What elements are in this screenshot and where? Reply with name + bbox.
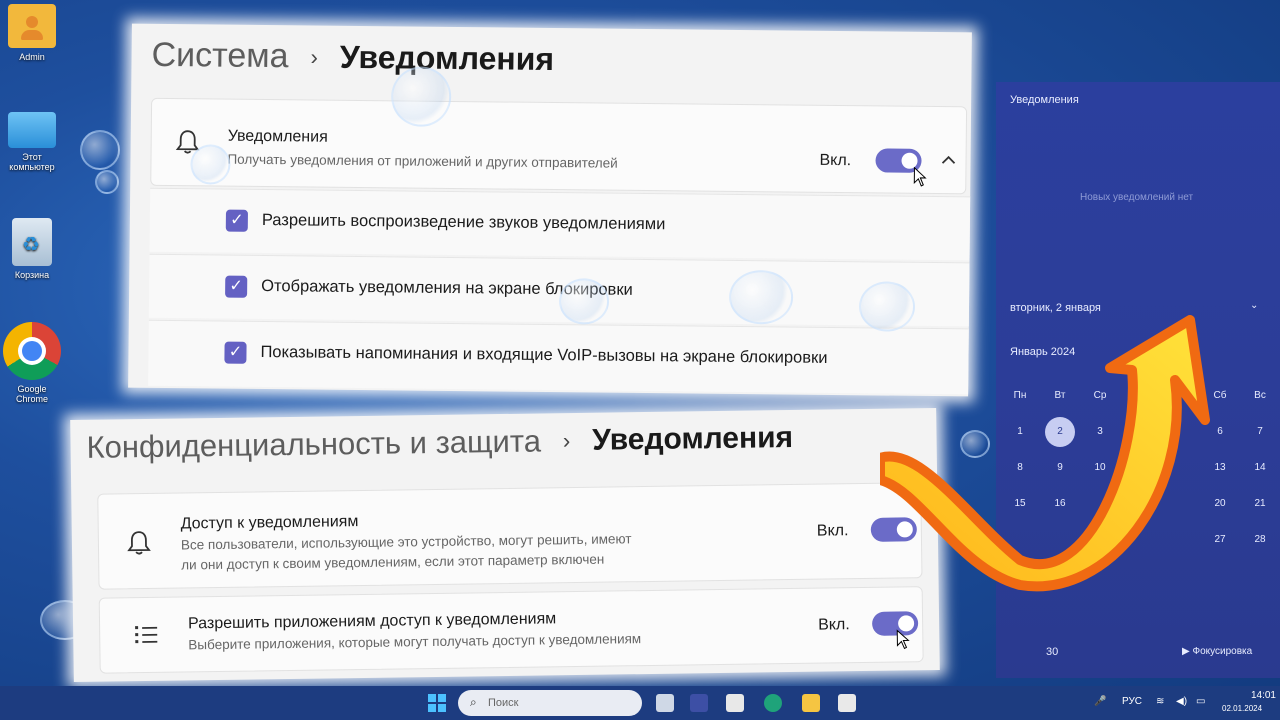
language-indicator[interactable]: РУС xyxy=(1122,696,1142,707)
search-icon: ⌕ xyxy=(470,695,477,709)
desktop-icon-label: Google Chrome xyxy=(15,384,48,404)
chevron-down-icon[interactable]: ⌄ xyxy=(1250,300,1258,311)
edge-icon[interactable] xyxy=(764,694,782,712)
focus-minutes[interactable]: 30 xyxy=(1046,646,1058,658)
file-explorer-icon[interactable] xyxy=(802,694,820,712)
desktop-icon-admin[interactable]: Admin xyxy=(2,4,62,62)
toggle-state-label: Вкл. xyxy=(819,151,852,170)
checkbox-label: Показывать напоминания и входящие VoIP-в… xyxy=(260,342,828,367)
chevron-right-icon: › xyxy=(562,428,571,454)
checkbox-row-sounds[interactable]: ✓ Разрешить воспроизведение звуков уведо… xyxy=(149,187,971,261)
notifications-setting-card[interactable]: Уведомления Получать уведомления от прил… xyxy=(150,97,968,195)
desktop-icon-recycle-bin[interactable]: ♻ Корзина xyxy=(2,218,62,280)
taskbar-search[interactable]: ⌕ Поиск xyxy=(458,690,642,716)
flyout-title: Уведомления xyxy=(1010,94,1079,106)
taskbar: ⌕ Поиск 🎤 РУС ≋ ◀) ▭ 14:01 02.01.2024 xyxy=(0,686,1280,720)
page-title: Уведомления xyxy=(592,420,794,457)
water-droplet xyxy=(190,144,231,185)
water-droplet xyxy=(80,130,120,170)
mouse-cursor-icon xyxy=(913,166,927,187)
weekday-label: Вс xyxy=(1254,390,1266,401)
calendar-day[interactable]: 28 xyxy=(1240,534,1280,545)
checkbox-label: Разрешить воспроизведение звуков уведомл… xyxy=(261,210,666,234)
video-icon[interactable] xyxy=(690,694,708,712)
focus-button[interactable]: ▶ Фокусировка xyxy=(1182,646,1252,657)
microphone-icon[interactable]: 🎤 xyxy=(1094,696,1106,707)
desktop-icon-label: Admin xyxy=(19,52,45,62)
mouse-cursor-icon xyxy=(896,629,910,650)
water-droplet xyxy=(390,66,452,127)
privacy-notifications-panel: Конфиденциальность и защита › Уведомлени… xyxy=(70,407,940,683)
desktop-icon-label: Этот компьютер xyxy=(9,152,55,172)
calendar-day[interactable]: 14 xyxy=(1240,462,1280,473)
recycle-bin-icon: ♻ xyxy=(12,218,52,266)
checkbox-sounds[interactable]: ✓ xyxy=(225,209,248,232)
task-view-icon[interactable] xyxy=(656,694,674,712)
store-icon[interactable] xyxy=(838,694,856,712)
battery-icon[interactable]: ▭ xyxy=(1196,696,1205,707)
access-title: Доступ к уведомлениям xyxy=(180,513,359,533)
checkbox-voip[interactable]: ✓ xyxy=(224,341,247,364)
system-notifications-panel: Система › Уведомления Уведомления Получа… xyxy=(128,23,972,397)
calendar-day[interactable]: 7 xyxy=(1240,426,1280,437)
page-title: Уведомления xyxy=(339,38,555,78)
breadcrumb-parent[interactable]: Конфиденциальность и защита xyxy=(86,423,541,465)
apps-access-card[interactable]: Разрешить приложениям доступ к уведомлен… xyxy=(98,586,924,674)
chevron-right-icon: › xyxy=(310,43,318,70)
list-icon xyxy=(135,626,158,644)
desktop-icon-label: Корзина xyxy=(14,270,50,280)
apps-title: Разрешить приложениям доступ к уведомлен… xyxy=(187,610,557,633)
app-icon[interactable] xyxy=(726,694,744,712)
desktop-icon-chrome[interactable]: Google Chrome xyxy=(2,322,62,404)
notification-access-card[interactable]: Доступ к уведомлениям Все пользователи, … xyxy=(97,482,923,590)
water-droplet xyxy=(95,170,119,194)
notifications-title: Уведомления xyxy=(227,127,328,146)
water-droplet xyxy=(728,269,794,325)
volume-icon[interactable]: ◀) xyxy=(1176,696,1187,707)
breadcrumb: Конфиденциальность и защита › Уведомлени… xyxy=(86,420,793,466)
checkbox-row-lock-screen[interactable]: ✓ Отображать уведомления на экране блоки… xyxy=(148,253,970,327)
monitor-icon xyxy=(8,112,56,148)
focus-label: Фокусировка xyxy=(1192,646,1253,657)
breadcrumb: Система › Уведомления xyxy=(151,36,554,79)
breadcrumb-parent[interactable]: Система xyxy=(151,36,288,76)
apps-subtitle: Выберите приложения, которые могут получ… xyxy=(188,631,642,653)
play-icon: ▶ xyxy=(1182,646,1190,657)
search-placeholder: Поиск xyxy=(488,697,519,709)
notifications-subtitle: Получать уведомления от приложений и дру… xyxy=(227,151,618,171)
clock-date: 02.01.2024 xyxy=(1222,704,1263,713)
checkbox-lock-screen[interactable]: ✓ xyxy=(225,275,248,298)
water-droplet xyxy=(558,278,610,325)
user-folder-icon xyxy=(8,4,56,48)
chevron-up-icon[interactable] xyxy=(941,155,956,165)
windows-start-icon[interactable] xyxy=(428,694,446,712)
chrome-icon xyxy=(3,322,61,380)
toggle-state-label: Вкл. xyxy=(816,522,849,540)
clock-time: 14:01 xyxy=(1250,690,1276,701)
toggle-state-label: Вкл. xyxy=(818,616,850,634)
clock[interactable]: 14:01 xyxy=(1246,690,1276,701)
curved-arrow-icon xyxy=(880,315,1210,592)
bell-icon xyxy=(127,531,151,555)
wifi-icon[interactable]: ≋ xyxy=(1156,696,1164,707)
calendar-day[interactable]: 21 xyxy=(1240,498,1280,509)
desktop-icon-this-pc[interactable]: Этот компьютер xyxy=(2,112,62,172)
apps-access-toggle[interactable] xyxy=(871,611,919,636)
checkbox-row-voip[interactable]: ✓ Показывать напоминания и входящие VoIP… xyxy=(148,319,969,395)
